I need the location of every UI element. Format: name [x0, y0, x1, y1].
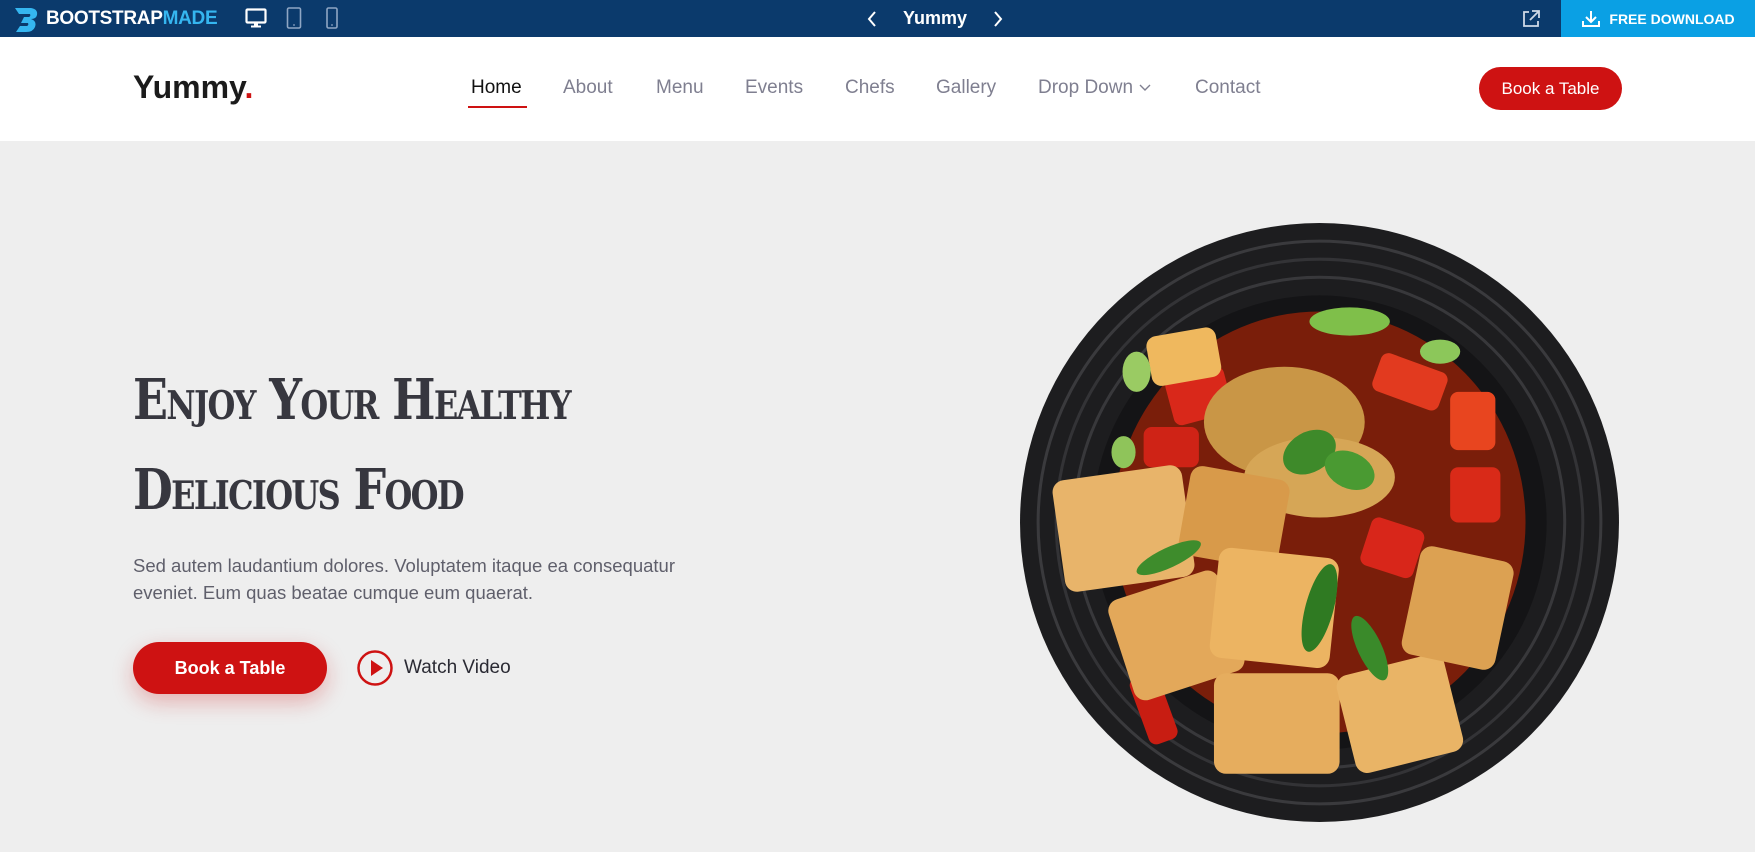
- nav-item-home[interactable]: Home: [471, 77, 522, 99]
- next-template-button[interactable]: [989, 10, 1007, 28]
- external-link-icon: [1523, 10, 1540, 27]
- nav-item-chefs[interactable]: Chefs: [845, 77, 895, 99]
- previous-template-button[interactable]: [863, 10, 881, 28]
- nav-item-events[interactable]: Events: [745, 77, 803, 99]
- preview-bar: BOOTSTRAPMADE Yummy FREE DOWNLOAD: [0, 0, 1755, 37]
- hero-title-line-1: Enjoy Your Healthy: [133, 367, 572, 433]
- hero-section: Enjoy Your Healthy Delicious Food Sed au…: [0, 141, 1755, 852]
- watch-video-button[interactable]: Watch Video: [356, 649, 511, 687]
- nav-item-drop-down-label: Drop Down: [1038, 77, 1134, 98]
- hero-book-table-button[interactable]: Book a Table: [133, 642, 327, 694]
- header-book-table-button[interactable]: Book a Table: [1479, 67, 1622, 110]
- template-switcher: Yummy: [0, 0, 1755, 37]
- nav-item-contact[interactable]: Contact: [1195, 77, 1260, 99]
- play-icon: [357, 650, 393, 686]
- template-name: Yummy: [902, 8, 968, 28]
- open-external-button[interactable]: [1519, 7, 1543, 31]
- chevron-down-icon: [1139, 84, 1151, 91]
- nav-item-about[interactable]: About: [563, 77, 613, 99]
- nav-item-gallery[interactable]: Gallery: [936, 77, 996, 99]
- hero-food-image: [1020, 223, 1619, 822]
- chevron-left-icon: [867, 10, 876, 27]
- watch-video-label: Watch Video: [404, 657, 511, 678]
- hero-title: Enjoy Your Healthy Delicious Food: [133, 355, 641, 535]
- nav-item-drop-down[interactable]: Drop Down: [1038, 77, 1151, 99]
- chevron-right-icon: [994, 10, 1003, 27]
- nav-item-menu[interactable]: Menu: [656, 77, 704, 99]
- free-download-button[interactable]: FREE DOWNLOAD: [1561, 0, 1755, 37]
- hero-title-line-2: Delicious Food: [133, 457, 465, 523]
- site-header: Yummy. Home About Menu Events Chefs Gall…: [0, 37, 1755, 141]
- download-icon: [1582, 10, 1601, 27]
- hero-description: Sed autem laudantium dolores. Voluptatem…: [133, 555, 676, 603]
- free-download-label: FREE DOWNLOAD: [1609, 10, 1735, 27]
- active-nav-underline: [468, 106, 527, 108]
